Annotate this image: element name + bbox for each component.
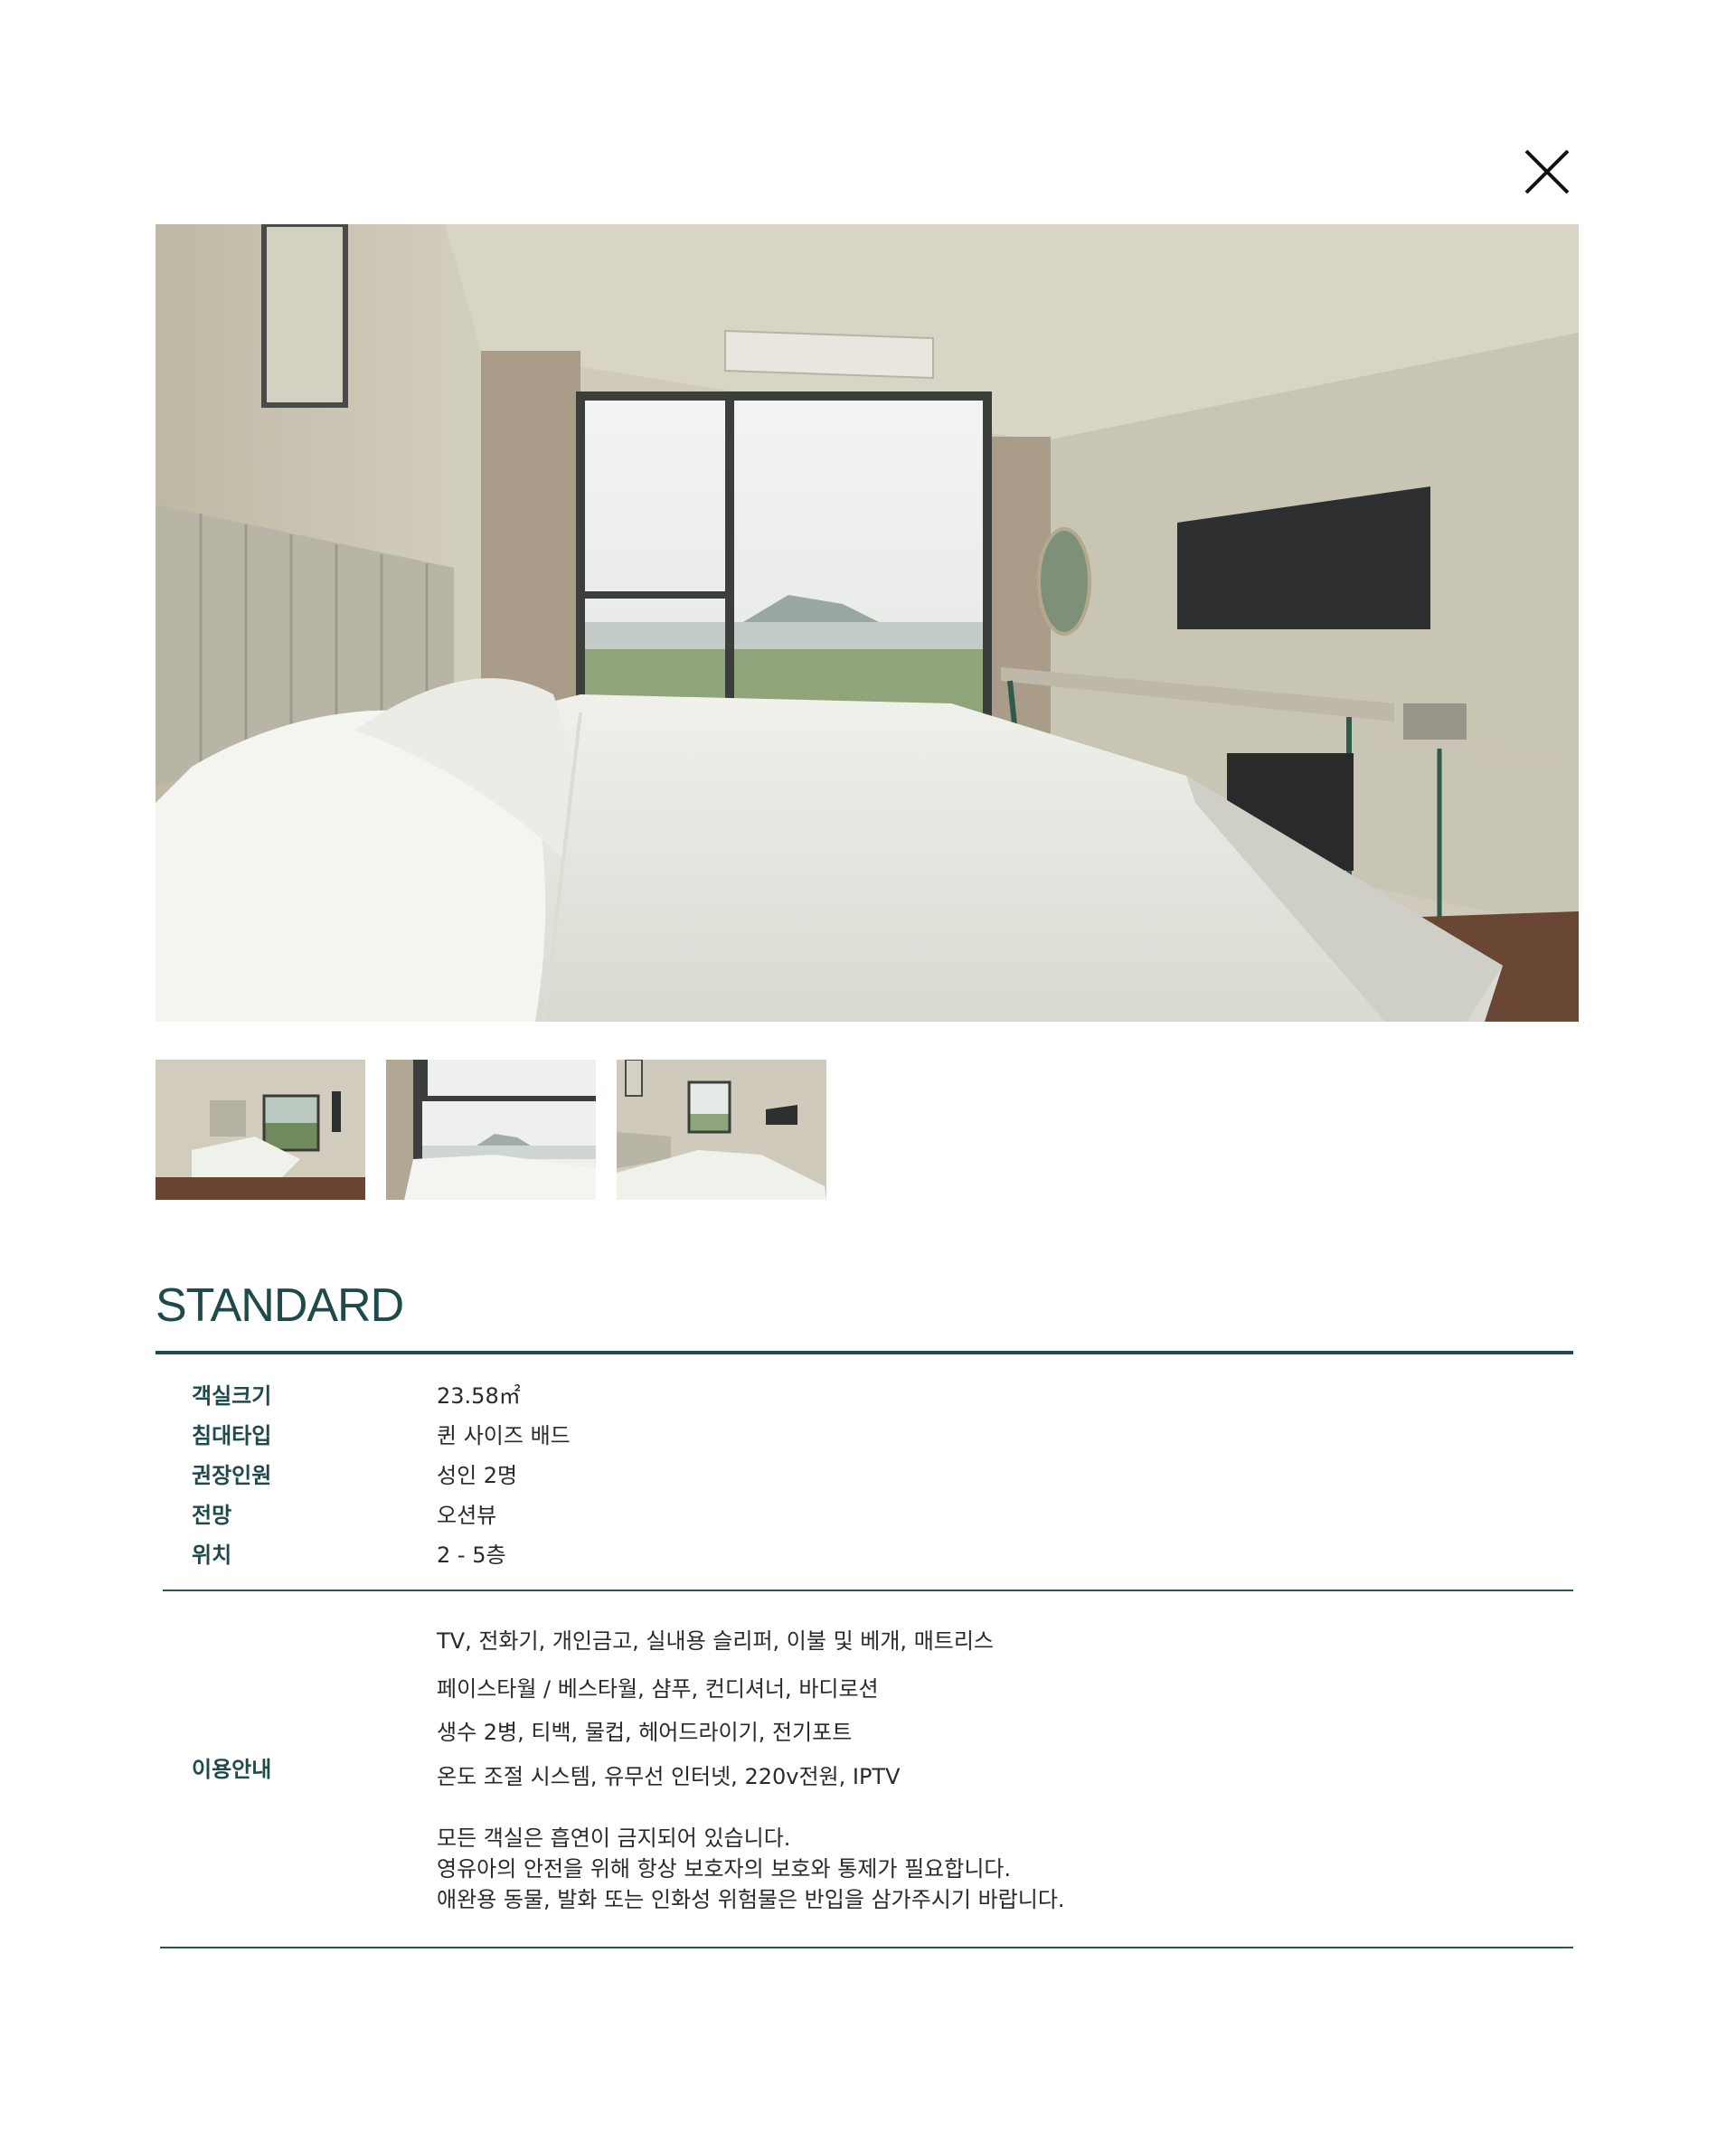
amenity-line: 온도 조절 시스템, 유무선 인터넷, 220v전원, IPTV [437, 1764, 901, 1789]
spec-value-capacity: 성인 2명 [437, 1463, 518, 1488]
spec-label-view: 전망 [192, 1503, 232, 1528]
close-icon [1524, 149, 1570, 194]
spec-value-bed: 퀸 사이즈 배드 [437, 1423, 571, 1448]
notice-line: 영유아의 안전을 위해 항상 보호자의 보호와 통제가 필요합니다. [437, 1856, 1012, 1882]
notice-line: 애완용 동물, 발화 또는 인화성 위험물은 반입을 삼가주시기 바랍니다. [437, 1887, 1065, 1912]
usage-label: 이용안내 [192, 1757, 272, 1782]
spec-label-bed: 침대타입 [192, 1423, 272, 1448]
main-room-photo [156, 224, 1579, 1022]
spec-label-size: 객실크기 [192, 1383, 272, 1409]
usage-divider [160, 1947, 1573, 1948]
thumbnail-1[interactable] [156, 1060, 365, 1200]
spec-value-view: 오션뷰 [437, 1503, 497, 1528]
thumbnail-2[interactable] [386, 1060, 596, 1200]
room-title: STANDARD [156, 1279, 404, 1332]
spec-value-location: 2 - 5층 [437, 1542, 506, 1568]
notice-line: 모든 객실은 흡연이 금지되어 있습니다. [437, 1825, 791, 1851]
room-detail-page: STANDARD 객실크기 23.58㎡ 침대타입 퀸 사이즈 배드 권장인원 … [0, 0, 1736, 2132]
amenity-line: 생수 2병, 티백, 물컵, 헤어드라이기, 전기포트 [437, 1720, 853, 1745]
spec-value-size: 23.58㎡ [437, 1383, 521, 1409]
amenity-line: 페이스타월 / 베스타월, 샴푸, 컨디셔너, 바디로션 [437, 1676, 879, 1702]
close-button[interactable] [1523, 147, 1571, 196]
thumbnail-3[interactable] [617, 1060, 826, 1200]
spec-label-location: 위치 [192, 1542, 232, 1568]
thumbnail-strip [156, 1060, 826, 1200]
specs-divider [163, 1590, 1573, 1591]
spec-label-capacity: 권장인원 [192, 1463, 272, 1488]
title-divider [156, 1351, 1573, 1354]
amenity-line: TV, 전화기, 개인금고, 실내용 슬리퍼, 이불 및 베개, 매트리스 [437, 1628, 995, 1654]
